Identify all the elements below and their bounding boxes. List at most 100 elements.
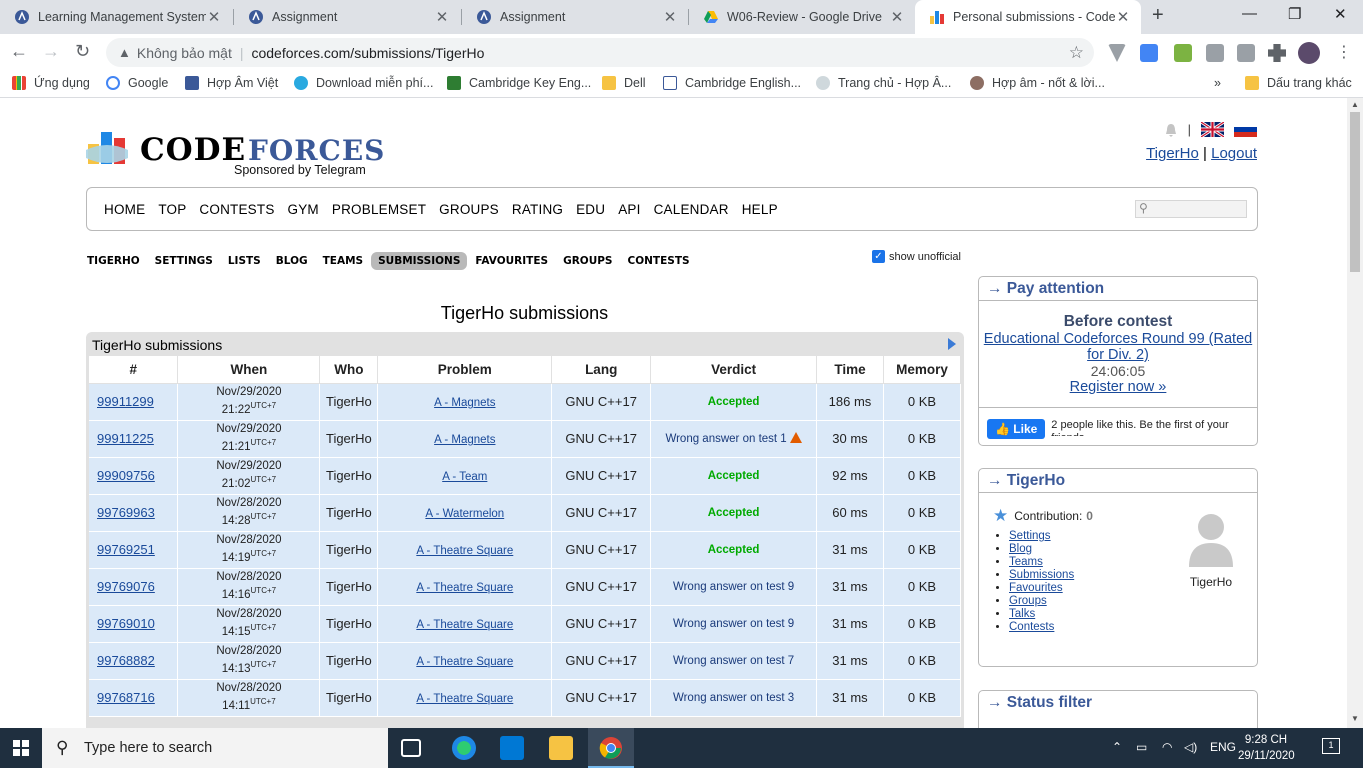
forward-arrow-icon[interactable]: → — [42, 41, 60, 62]
battery-icon[interactable]: ▭ — [1136, 740, 1147, 754]
close-tab-icon[interactable]: ✕ — [889, 8, 905, 26]
store-icon[interactable] — [500, 736, 524, 760]
site-search-input[interactable]: ⚲ — [1135, 200, 1247, 218]
problem-link[interactable]: A - Theatre Square — [416, 545, 513, 557]
problem-link[interactable]: A - Theatre Square — [416, 656, 513, 668]
show-unofficial-toggle[interactable]: ✓ show unofficial — [872, 250, 961, 263]
bookmark-download[interactable]: Download miễn phí... — [294, 76, 433, 90]
submission-verdict-cell[interactable]: Wrong answer on test 9 — [650, 568, 818, 606]
tab-learning-management-system[interactable]: Learning Management System ✕ — [0, 0, 232, 34]
windows-start-icon[interactable] — [13, 740, 29, 756]
submission-who-cell[interactable]: TigerHo — [319, 679, 379, 717]
bookmark-cambridge-key[interactable]: Cambridge Key Eng... — [447, 76, 591, 90]
column-header-when[interactable]: When — [177, 356, 321, 384]
menu-top[interactable]: TOP — [158, 202, 186, 217]
tab-assignment-2[interactable]: Assignment ✕ — [462, 0, 688, 34]
submission-id-link[interactable]: 99911299 — [97, 394, 154, 409]
taskbar-clock[interactable]: 9:28 CH 29/11/2020 — [1238, 732, 1295, 764]
back-arrow-icon[interactable]: ← — [10, 41, 28, 62]
submission-who-cell[interactable]: TigerHo — [319, 568, 379, 606]
column-header-memory[interactable]: Memory — [883, 356, 962, 384]
subnav-lists[interactable]: LISTS — [228, 255, 261, 267]
tab-google-drive[interactable]: W06-Review - Google Drive ✕ — [689, 0, 915, 34]
translate-extension-icon[interactable] — [1140, 44, 1158, 62]
bookmarks-overflow-icon[interactable]: » — [1214, 76, 1221, 90]
profile-link-blog[interactable]: Blog — [1009, 543, 1032, 555]
submission-id-link[interactable]: 99769251 — [97, 542, 155, 557]
codeforces-logo[interactable]: CODE FORCES Sponsored by Telegram — [86, 126, 386, 178]
submission-id-link[interactable]: 99769076 — [97, 579, 155, 594]
subnav-tigerho[interactable]: TIGERHO — [87, 255, 140, 267]
wifi-icon[interactable]: ◠ — [1162, 740, 1172, 754]
chrome-taskbar-item[interactable] — [588, 728, 634, 768]
checkbox-checked-icon[interactable]: ✓ — [872, 250, 885, 263]
subnav-groups[interactable]: GROUPS — [563, 255, 612, 267]
menu-api[interactable]: API — [618, 202, 640, 217]
menu-calendar[interactable]: CALENDAR — [654, 202, 729, 217]
submission-who-cell[interactable]: TigerHo — [319, 383, 379, 421]
minimize-window-icon[interactable]: — — [1242, 5, 1257, 22]
warning-icon[interactable] — [789, 432, 802, 443]
submission-verdict-cell[interactable]: Wrong answer on test 3 — [650, 679, 818, 717]
scrollbar-thumb[interactable] — [1350, 112, 1360, 272]
profile-link-submissions[interactable]: Submissions — [1009, 569, 1074, 581]
close-tab-icon[interactable]: ✕ — [206, 8, 222, 26]
eyedropper-extension-icon[interactable] — [1174, 44, 1192, 62]
tab-assignment-1[interactable]: Assignment ✕ — [234, 0, 460, 34]
bookmark-dell[interactable]: Dell — [602, 76, 646, 90]
close-tab-icon[interactable]: ✕ — [662, 8, 678, 26]
menu-rating[interactable]: RATING — [512, 202, 563, 217]
submission-id-link[interactable]: 99768882 — [97, 653, 155, 668]
subnav-blog[interactable]: BLOG — [276, 255, 308, 267]
submission-who-cell[interactable]: TigerHo — [319, 531, 379, 569]
profile-link-groups[interactable]: Groups — [1009, 595, 1047, 607]
logout-link[interactable]: Logout — [1211, 145, 1257, 162]
submission-id-link[interactable]: 99909756 — [97, 468, 155, 483]
close-tab-icon[interactable]: ✕ — [1115, 8, 1131, 26]
submission-who-cell[interactable]: TigerHo — [319, 494, 379, 532]
problem-link[interactable]: A - Theatre Square — [416, 582, 513, 594]
reload-icon[interactable]: ↻ — [75, 41, 90, 62]
subnav-contests[interactable]: CONTESTS — [628, 255, 690, 267]
contest-link[interactable]: Educational Codeforces Round 99 (Rated f… — [979, 331, 1257, 363]
russia-flag-icon[interactable] — [1234, 122, 1257, 137]
problem-link[interactable]: A - Magnets — [434, 397, 495, 409]
language-indicator[interactable]: ENG — [1210, 740, 1236, 754]
bookmark-star-icon[interactable]: ☆ — [1069, 43, 1084, 63]
column-header-time[interactable]: Time — [816, 356, 884, 384]
menu-gym[interactable]: GYM — [288, 202, 319, 217]
menu-home[interactable]: HOME — [104, 202, 145, 217]
username-link[interactable]: TigerHo — [1146, 145, 1199, 162]
edge-browser-icon[interactable] — [452, 736, 476, 760]
submission-who-cell[interactable]: TigerHo — [319, 605, 379, 643]
column-header-problem[interactable]: Problem — [377, 356, 553, 384]
file-explorer-icon[interactable] — [549, 736, 573, 760]
bookmark-google[interactable]: Google — [106, 76, 168, 90]
submission-verdict-cell[interactable]: Accepted — [650, 494, 818, 532]
menu-help[interactable]: HELP — [742, 202, 778, 217]
submission-verdict-cell[interactable]: Wrong answer on test 9 — [650, 605, 818, 643]
uk-flag-icon[interactable] — [1201, 122, 1224, 137]
menu-edu[interactable]: EDU — [576, 202, 605, 217]
submission-id-link[interactable]: 99768716 — [97, 690, 155, 705]
extensions-puzzle-icon[interactable] — [1268, 44, 1286, 62]
subnav-favourites[interactable]: FAVOURITES — [475, 255, 548, 267]
tab-codeforces-active[interactable]: Personal submissions - Codeforces ✕ — [915, 0, 1141, 34]
address-bar[interactable]: ▲ Không bảo mật | codeforces.com/submiss… — [106, 38, 1094, 67]
problem-link[interactable]: A - Theatre Square — [416, 693, 513, 705]
facebook-like-button[interactable]: 👍 Like — [987, 419, 1046, 439]
submission-who-cell[interactable]: TigerHo — [319, 642, 379, 680]
bookmark-hop-am-viet[interactable]: Hợp Âm Việt — [185, 76, 278, 90]
bookmark-cambridge-english[interactable]: Cambridge English... — [663, 76, 801, 90]
menu-contests[interactable]: CONTESTS — [199, 202, 274, 217]
column-header-who[interactable]: Who — [319, 356, 379, 384]
volume-icon[interactable]: ◁) — [1184, 740, 1197, 754]
bookmark-apps[interactable]: Ứng dụng — [12, 76, 90, 90]
profile-avatar[interactable] — [1298, 42, 1320, 64]
submission-verdict-cell[interactable]: Accepted — [650, 383, 818, 421]
close-window-icon[interactable]: ✕ — [1334, 5, 1347, 23]
camera-extension-icon[interactable] — [1237, 44, 1255, 62]
scroll-down-arrow-icon[interactable]: ▼ — [1351, 714, 1359, 723]
submission-verdict-cell[interactable]: Accepted — [650, 531, 818, 569]
subnav-submissions[interactable]: SUBMISSIONS — [371, 252, 468, 270]
